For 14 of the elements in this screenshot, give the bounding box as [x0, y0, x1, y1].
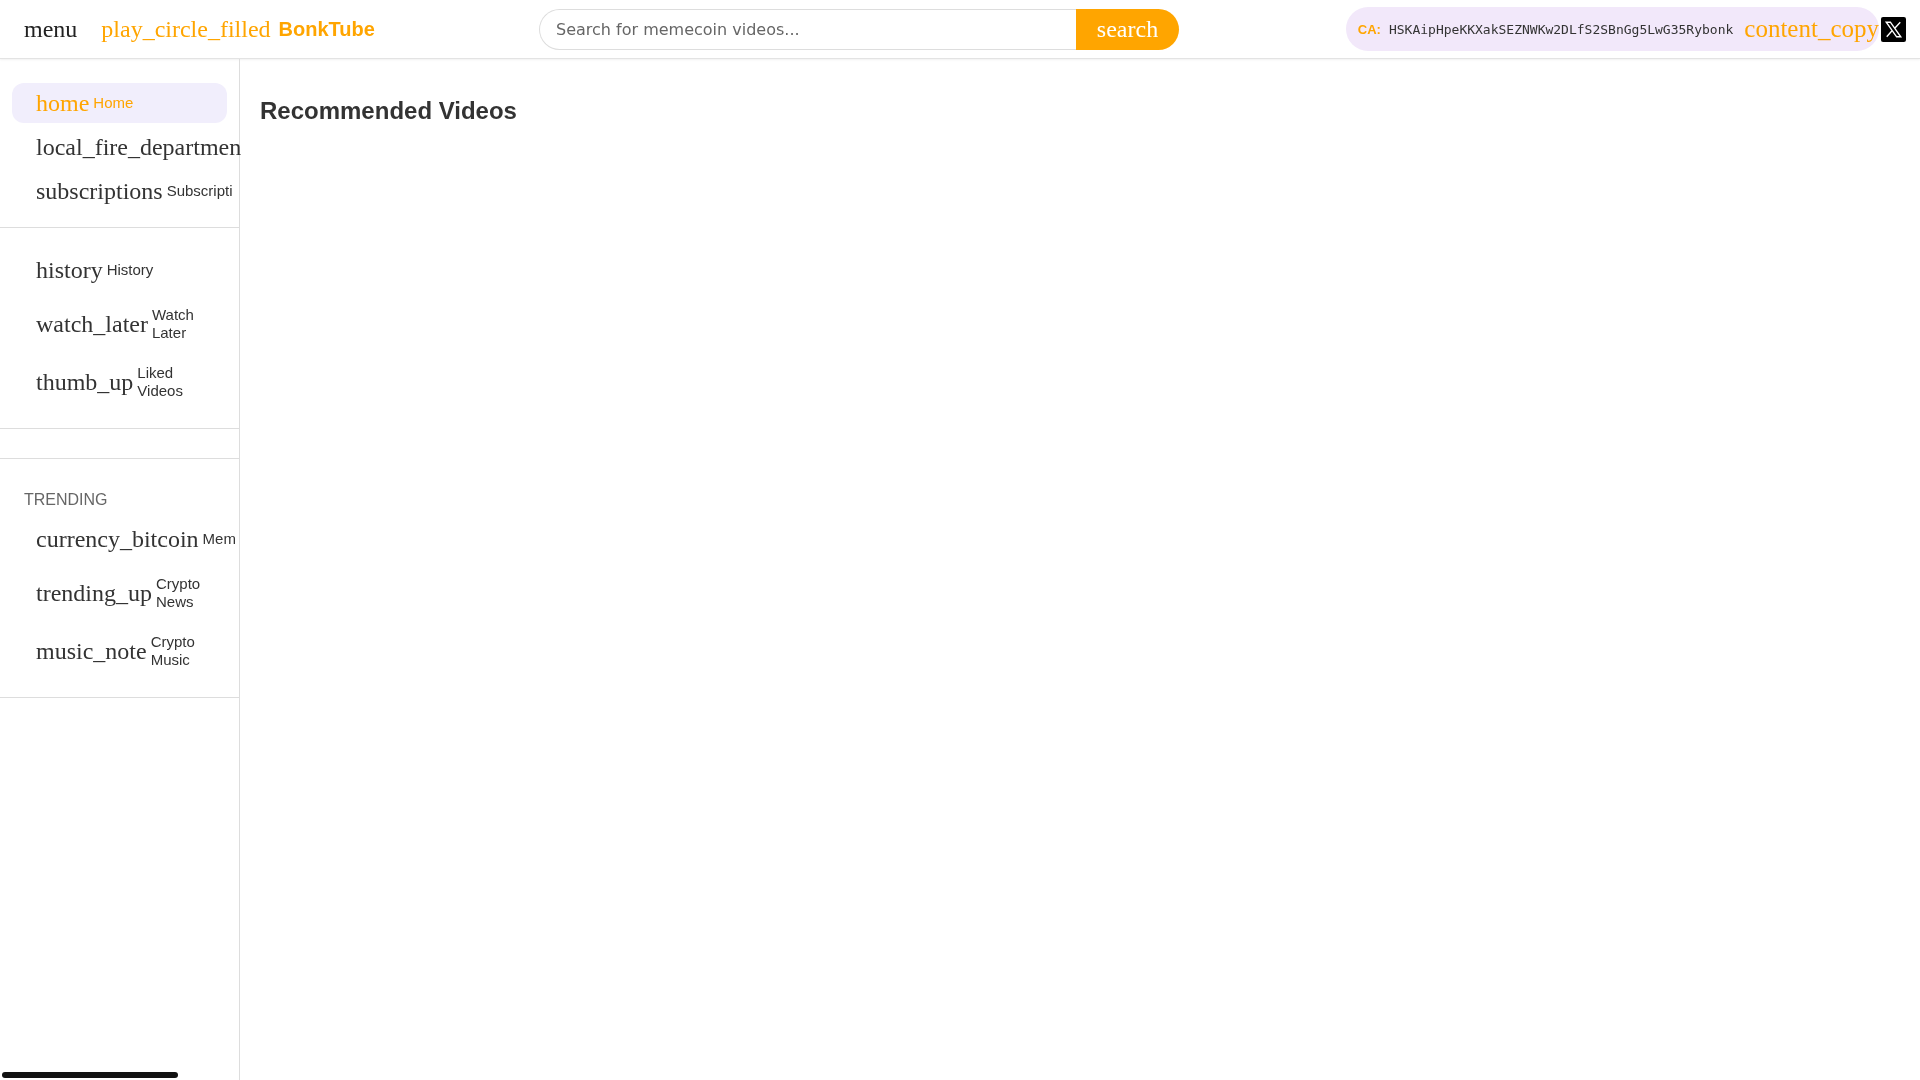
scrollbar[interactable] — [2, 1072, 178, 1078]
contract-address: HSKAipHpeKKXakSEZNWKw2DLfS2SBnGg5LwG35Rybonk — [1388, 21, 1734, 37]
sidebar-item[interactable]: local_fire_departmen — [12, 127, 242, 167]
x-logo-icon[interactable] — [1881, 16, 1906, 42]
sidebar-item[interactable]: history History — [12, 250, 227, 290]
menu-button[interactable]: menu — [24, 15, 78, 43]
search-field[interactable]: Search for memecoin videos... — [539, 8, 1076, 50]
logo-text: BonkTube — [278, 17, 375, 41]
sidebar-item[interactable]: subscriptions Subscripti — [12, 171, 233, 211]
section-title: TRENDING — [23, 490, 109, 510]
logo-icon-text: play_circle_filled — [101, 15, 271, 43]
sidebar-item[interactable]: currency_bitcoin Mem — [12, 519, 236, 559]
contract-label: CA: — [1357, 21, 1381, 37]
section-heading: Recommended Videos — [260, 97, 518, 125]
